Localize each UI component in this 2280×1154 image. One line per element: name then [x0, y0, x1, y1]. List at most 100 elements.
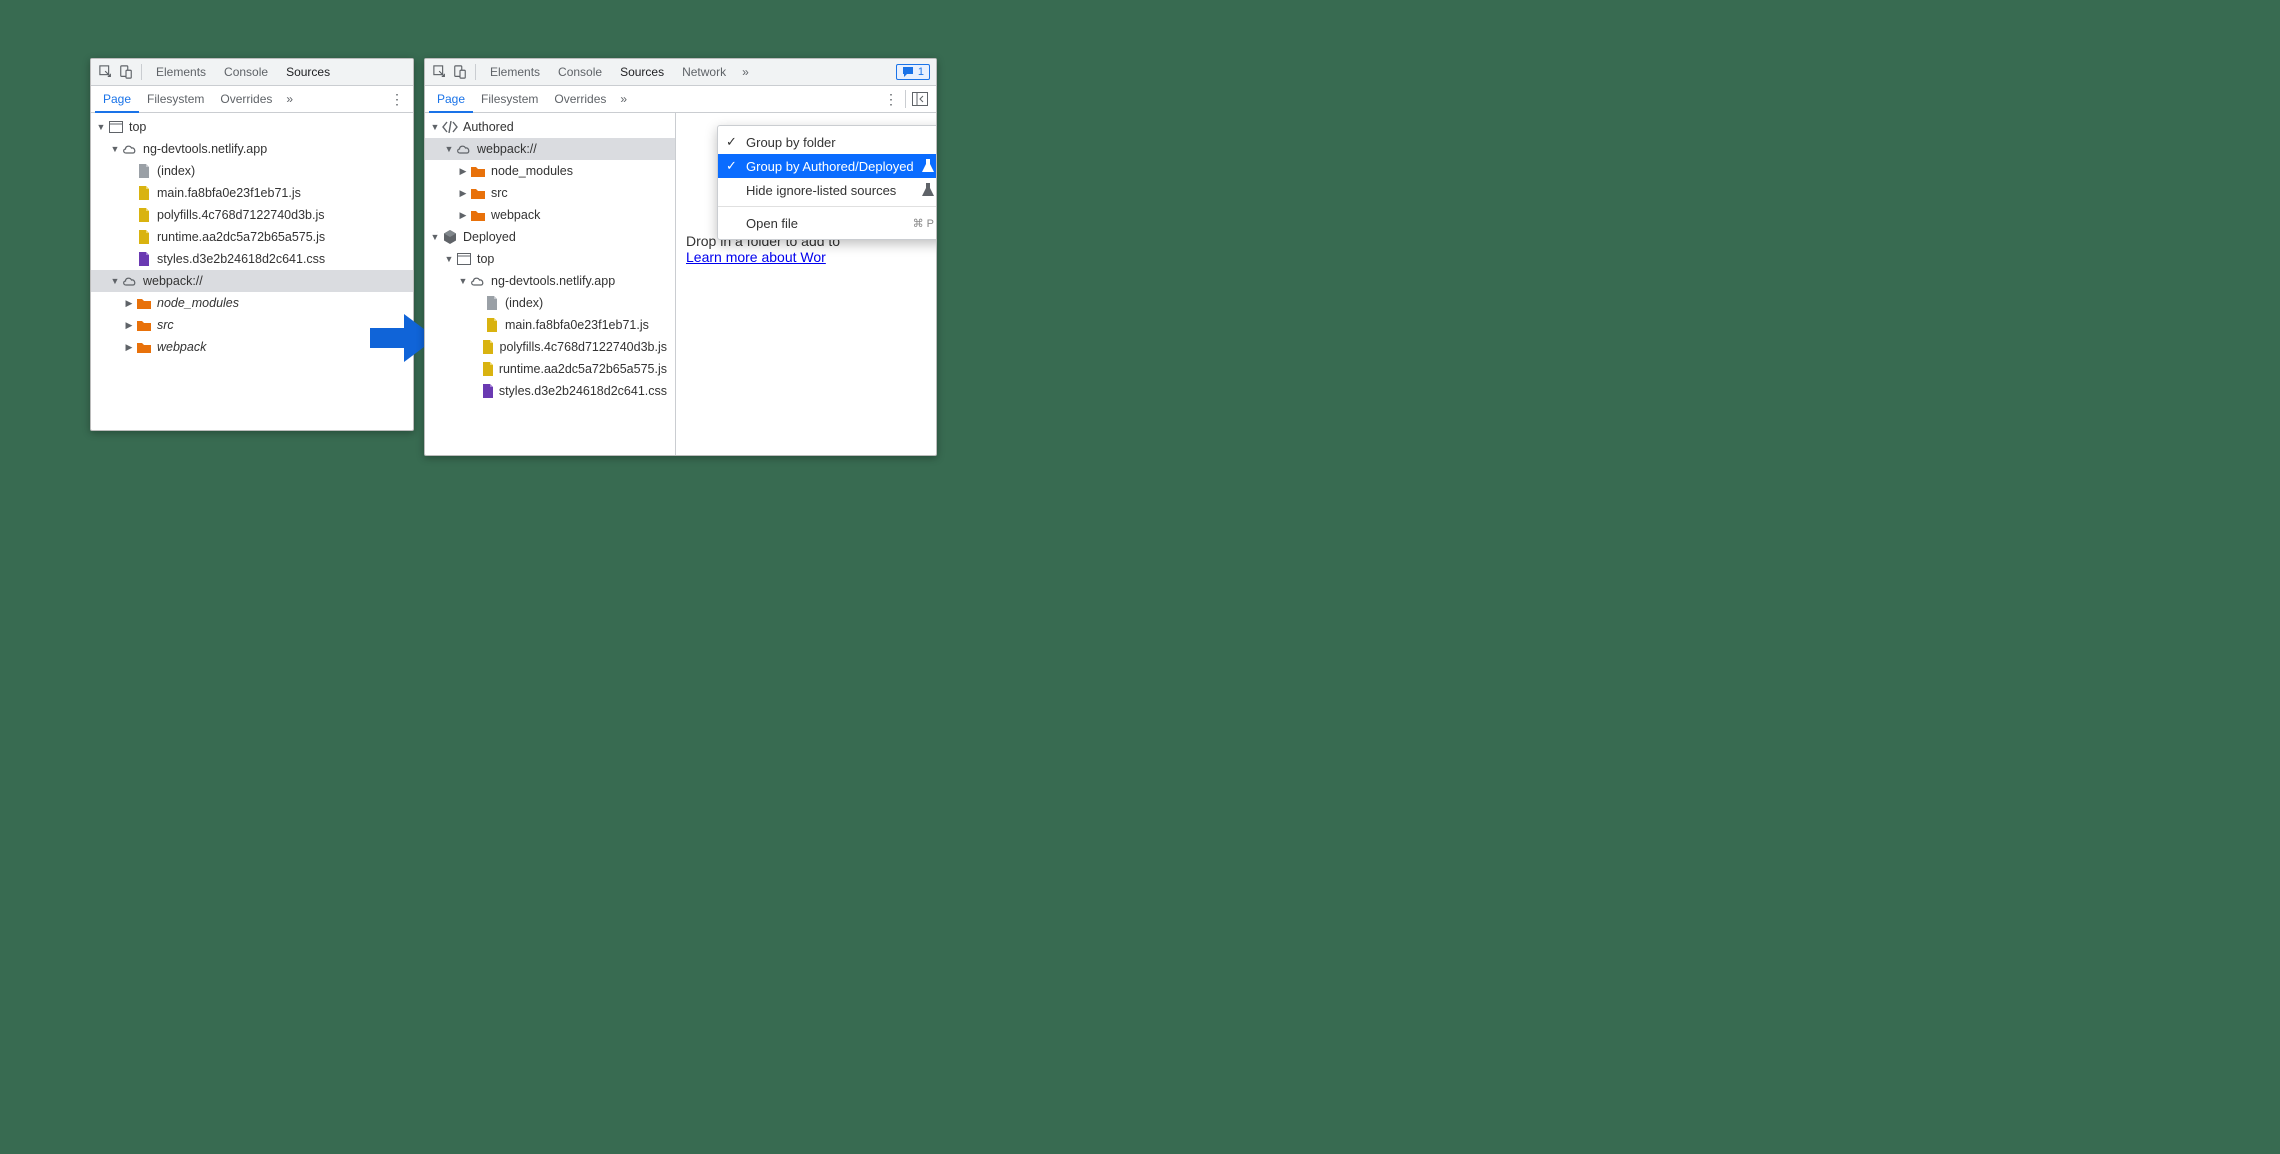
tree-domain[interactable]: ng-devtools.netlify.app [425, 270, 675, 292]
kebab-menu-icon[interactable]: ⋮ [385, 91, 409, 108]
check-icon: ✓ [726, 158, 740, 174]
device-toggle-icon[interactable] [451, 63, 469, 81]
subtab-overrides[interactable]: Overrides [546, 86, 614, 113]
tree-label: main.fa8bfa0e23f1eb71.js [505, 315, 649, 336]
expand-arrow-icon[interactable] [429, 230, 441, 245]
tree-file-js[interactable]: polyfills.4c768d7122740d3b.js [425, 336, 675, 358]
expand-arrow-icon[interactable] [443, 142, 455, 157]
tree-label: src [157, 315, 174, 336]
tab-elements[interactable]: Elements [482, 59, 548, 86]
tree-folder[interactable]: src [91, 314, 413, 336]
tree-file-js[interactable]: runtime.aa2dc5a72b65a575.js [91, 226, 413, 248]
inspect-icon[interactable] [431, 63, 449, 81]
tab-network[interactable]: Network [674, 59, 734, 86]
expand-arrow-icon[interactable] [123, 340, 135, 355]
tree-file-js[interactable]: runtime.aa2dc5a72b65a575.js [425, 358, 675, 380]
tree-label: Authored [463, 117, 514, 138]
kebab-menu-icon[interactable]: ⋮ [879, 91, 903, 108]
tree-label: ng-devtools.netlify.app [491, 271, 615, 292]
document-icon [483, 296, 501, 310]
toggle-sidebar-icon[interactable] [908, 92, 932, 106]
tab-sources[interactable]: Sources [278, 59, 338, 86]
tree-webpack[interactable]: webpack:// [91, 270, 413, 292]
devtools-panel-after: Elements Console Sources Network » 1 Pag… [424, 58, 937, 456]
expand-arrow-icon[interactable] [95, 120, 107, 135]
menu-label: Open file [746, 216, 798, 231]
tree-label: runtime.aa2dc5a72b65a575.js [499, 359, 667, 380]
device-toggle-icon[interactable] [117, 63, 135, 81]
menu-separator [718, 206, 937, 207]
frame-icon [107, 121, 125, 133]
expand-arrow-icon[interactable] [457, 208, 469, 223]
subtab-page[interactable]: Page [429, 86, 473, 113]
tab-sources[interactable]: Sources [612, 59, 672, 86]
tree-label: top [477, 249, 494, 270]
expand-arrow-icon[interactable] [443, 252, 455, 267]
tree-file-index[interactable]: (index) [91, 160, 413, 182]
chevron-double-right-icon[interactable]: » [280, 92, 299, 106]
expand-arrow-icon[interactable] [457, 186, 469, 201]
tree-label: node_modules [491, 161, 573, 182]
css-file-icon [481, 384, 495, 398]
workspace-learn-more-link[interactable]: Learn more about Wor [686, 249, 826, 265]
tree-label: styles.d3e2b24618d2c641.css [157, 249, 325, 270]
subtab-filesystem[interactable]: Filesystem [473, 86, 546, 113]
tree-file-index[interactable]: (index) [425, 292, 675, 314]
tree-webpack[interactable]: webpack:// [425, 138, 675, 160]
menu-hide-ignored[interactable]: ✓ Hide ignore-listed sources [718, 178, 937, 202]
tree-file-css[interactable]: styles.d3e2b24618d2c641.css [91, 248, 413, 270]
tree-label: top [129, 117, 146, 138]
tree-top[interactable]: top [91, 116, 413, 138]
tree-folder[interactable]: node_modules [91, 292, 413, 314]
tree-file-js[interactable]: polyfills.4c768d7122740d3b.js [91, 204, 413, 226]
tree-file-js[interactable]: main.fa8bfa0e23f1eb71.js [91, 182, 413, 204]
tree-authored[interactable]: Authored [425, 116, 675, 138]
expand-arrow-icon[interactable] [123, 318, 135, 333]
chevron-double-right-icon[interactable]: » [614, 92, 633, 106]
tree-file-css[interactable]: styles.d3e2b24618d2c641.css [425, 380, 675, 402]
menu-group-by-folder[interactable]: ✓ Group by folder [718, 130, 937, 154]
tree-folder[interactable]: webpack [91, 336, 413, 358]
tree-label: Deployed [463, 227, 516, 248]
inspect-icon[interactable] [97, 63, 115, 81]
tree-label: runtime.aa2dc5a72b65a575.js [157, 227, 325, 248]
tree-label: (index) [157, 161, 195, 182]
menu-label: Group by folder [746, 135, 836, 150]
tree-deployed[interactable]: Deployed [425, 226, 675, 248]
menu-shortcut: ⌘ P [913, 217, 934, 230]
issues-badge[interactable]: 1 [896, 64, 930, 80]
tree-domain[interactable]: ng-devtools.netlify.app [91, 138, 413, 160]
tree-label: webpack [491, 205, 540, 226]
sources-subtabs: Page Filesystem Overrides » ⋮ [425, 86, 936, 113]
menu-open-file[interactable]: ✓ Open file ⌘ P [718, 211, 937, 235]
expand-arrow-icon[interactable] [457, 164, 469, 179]
tab-console[interactable]: Console [216, 59, 276, 86]
chevron-double-right-icon[interactable]: » [736, 65, 755, 79]
check-icon: ✓ [726, 134, 740, 150]
folder-icon [469, 165, 487, 177]
file-tree: Authored webpack:// node_modules src web [425, 113, 676, 455]
expand-arrow-icon[interactable] [109, 142, 121, 157]
menu-group-by-authored[interactable]: ✓ Group by Authored/Deployed [718, 154, 937, 178]
tree-label: (index) [505, 293, 543, 314]
tree-folder[interactable]: node_modules [425, 160, 675, 182]
expand-arrow-icon[interactable] [457, 274, 469, 289]
expand-arrow-icon[interactable] [123, 296, 135, 311]
subtab-page[interactable]: Page [95, 86, 139, 113]
js-file-icon [135, 208, 153, 222]
subtab-overrides[interactable]: Overrides [212, 86, 280, 113]
divider [475, 64, 476, 80]
js-file-icon [135, 186, 153, 200]
tree-file-js[interactable]: main.fa8bfa0e23f1eb71.js [425, 314, 675, 336]
expand-arrow-icon[interactable] [429, 120, 441, 135]
js-file-icon [135, 230, 153, 244]
tree-top[interactable]: top [425, 248, 675, 270]
subtab-filesystem[interactable]: Filesystem [139, 86, 212, 113]
tab-elements[interactable]: Elements [148, 59, 214, 86]
tab-console[interactable]: Console [550, 59, 610, 86]
tree-folder[interactable]: src [425, 182, 675, 204]
expand-arrow-icon[interactable] [109, 274, 121, 289]
folder-icon [135, 319, 153, 331]
tree-folder[interactable]: webpack [425, 204, 675, 226]
context-menu: ✓ Group by folder ✓ Group by Authored/De… [717, 125, 937, 240]
